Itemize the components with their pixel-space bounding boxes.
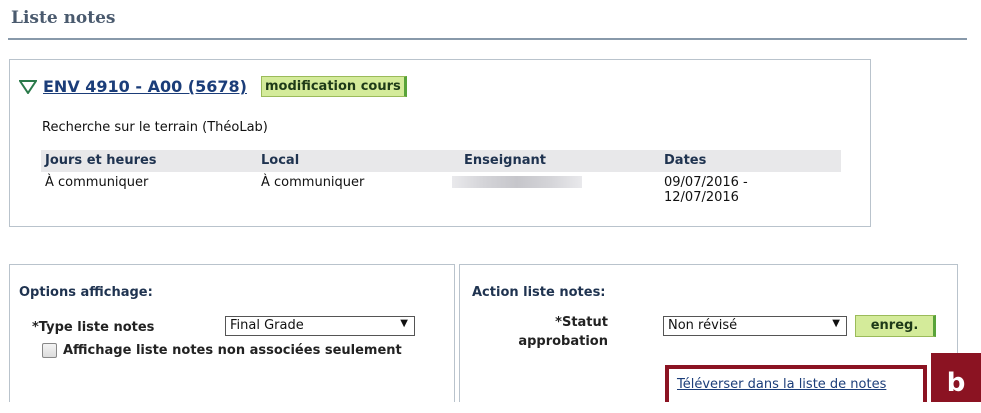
teacher-name-redacted [452, 176, 582, 188]
schedule-header-row: Jours et heures Local Enseignant Dates [41, 150, 841, 172]
grade-type-select[interactable]: Final Grade ▼ [225, 316, 415, 336]
approval-status-value: Non révisé [668, 318, 738, 333]
status-label-line2: approbation [518, 334, 608, 349]
header-room: Local [261, 153, 300, 168]
header-teacher: Enseignant [464, 153, 546, 168]
type-list-label: *Type liste notes [32, 320, 155, 335]
cell-days: À communiquer [45, 175, 149, 190]
actions-title: Action liste notes: [472, 285, 606, 300]
upload-to-grades-link[interactable]: Téléverser dans la liste de notes [677, 377, 886, 392]
cell-room: À communiquer [261, 175, 365, 190]
approval-status-label: *Statut approbation [518, 313, 608, 351]
display-options-panel: Options affichage: *Type liste notes Fin… [9, 264, 455, 402]
course-info-box: ENV 4910 - A00 (5678) modification cours… [9, 59, 871, 227]
unassociated-checkbox-label: Affichage liste notes non associées seul… [63, 343, 402, 358]
header-days: Jours et heures [45, 153, 157, 168]
unassociated-checkbox[interactable] [42, 343, 57, 358]
dropdown-arrow-icon: ▼ [400, 318, 408, 329]
modify-course-button[interactable]: modification cours [260, 76, 407, 97]
header-dates: Dates [664, 153, 707, 168]
dates-end: 12/07/2016 [664, 190, 739, 205]
display-options-title: Options affichage: [19, 285, 153, 300]
dropdown-arrow-icon: ▼ [832, 318, 840, 329]
course-description: Recherche sur le terrain (ThéoLab) [42, 120, 268, 135]
expand-triangle-icon[interactable] [19, 79, 37, 94]
upload-highlight-box: Téléverser dans la liste de notes [665, 365, 927, 402]
annotation-badge: b [931, 353, 981, 402]
status-label-line1: *Statut [555, 315, 608, 330]
dates-start: 09/07/2016 - [664, 175, 748, 190]
title-divider [8, 38, 967, 40]
cell-dates: 09/07/2016 - 12/07/2016 [664, 175, 748, 205]
unassociated-filter: Affichage liste notes non associées seul… [42, 343, 402, 358]
save-button[interactable]: enreg. [855, 315, 936, 337]
grade-type-value: Final Grade [230, 318, 304, 333]
approval-status-select[interactable]: Non révisé ▼ [663, 316, 847, 336]
course-code-link[interactable]: ENV 4910 - A00 (5678) [43, 77, 247, 96]
table-row: À communiquer À communiquer 09/07/2016 -… [41, 172, 841, 212]
course-header: ENV 4910 - A00 (5678) modification cours [19, 76, 407, 97]
schedule-table: Jours et heures Local Enseignant Dates À… [41, 150, 841, 212]
page-title: Liste notes [11, 8, 116, 28]
